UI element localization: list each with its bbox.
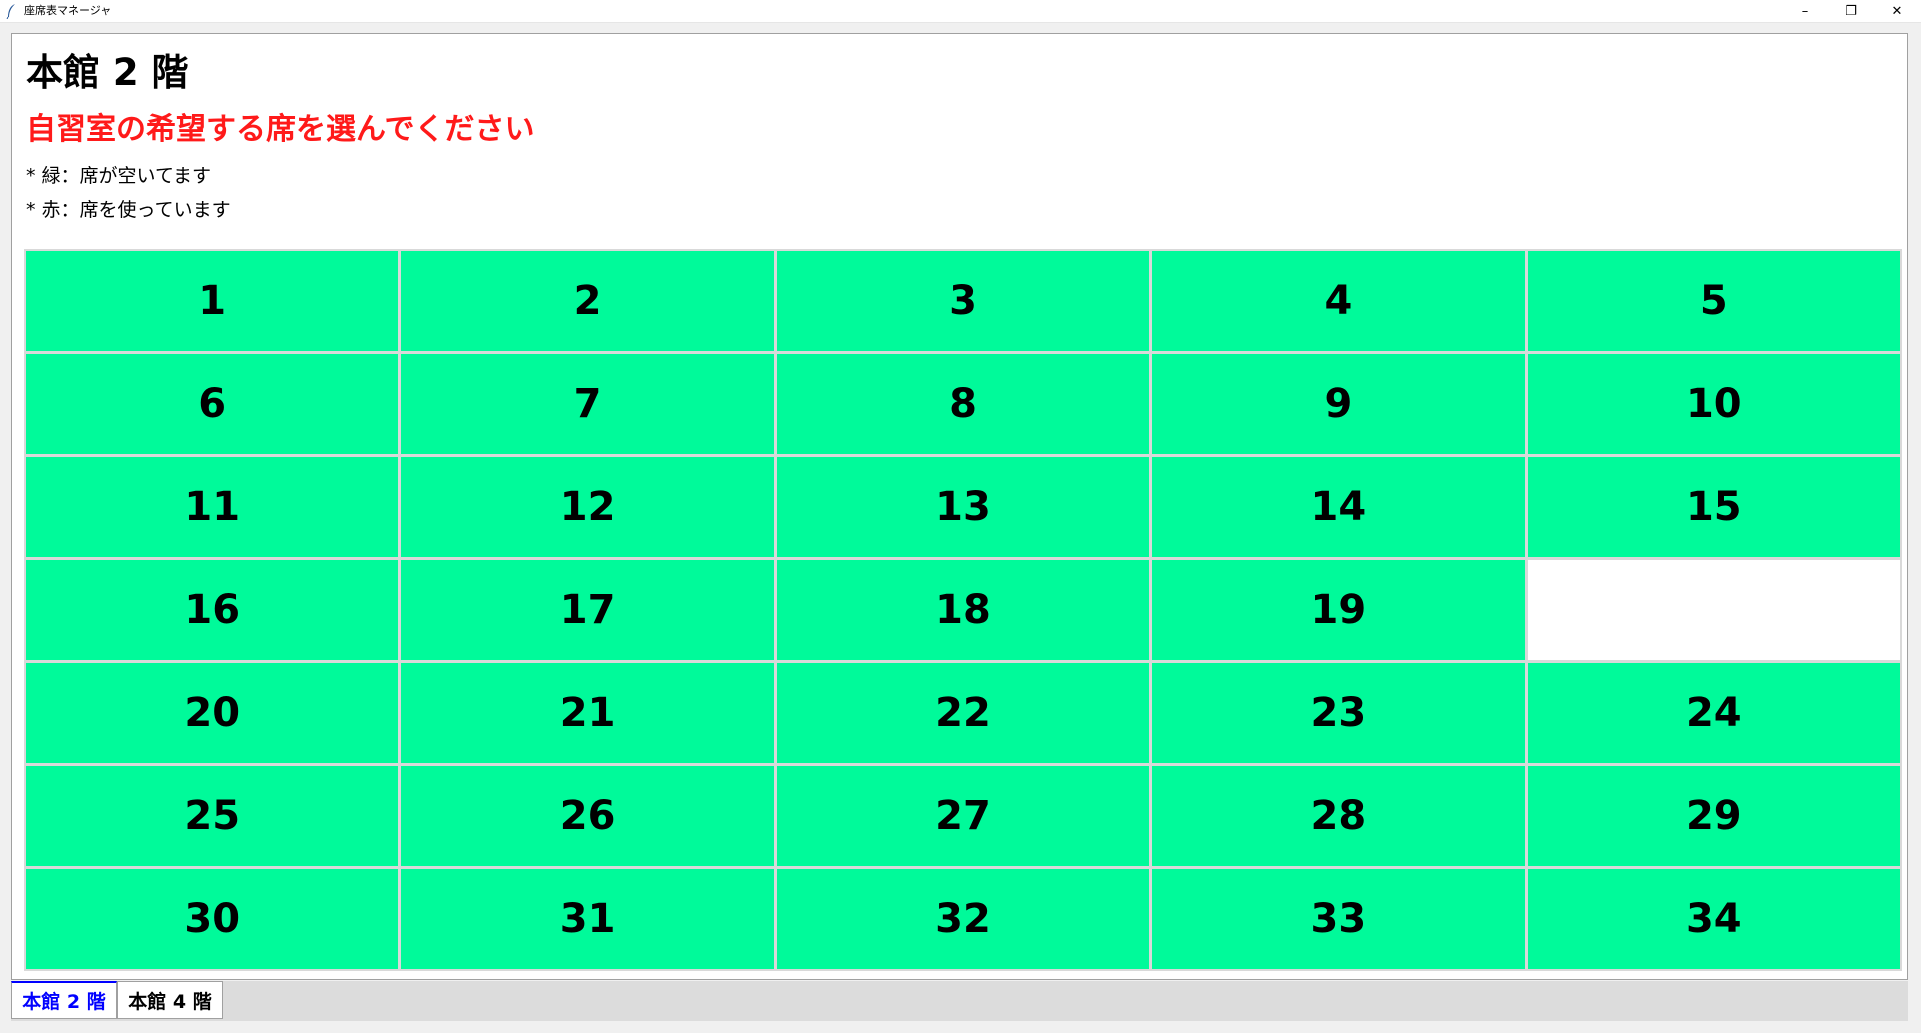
seat-button-4[interactable]: 4 — [1150, 249, 1527, 353]
seat-button-6[interactable]: 6 — [24, 352, 401, 456]
seat-button-34[interactable]: 34 — [1525, 867, 1902, 971]
seat-button-19[interactable]: 19 — [1150, 558, 1527, 662]
seat-button-30[interactable]: 30 — [24, 867, 401, 971]
seat-button-29[interactable]: 29 — [1525, 764, 1902, 868]
seat-button-7[interactable]: 7 — [399, 352, 776, 456]
window-title: 座席表マネージャ — [24, 4, 112, 17]
seat-button-16[interactable]: 16 — [24, 558, 401, 662]
seat-empty-cell — [1525, 558, 1902, 662]
seat-button-24[interactable]: 24 — [1525, 661, 1902, 765]
seat-button-12[interactable]: 12 — [399, 455, 776, 559]
seat-button-1[interactable]: 1 — [24, 249, 401, 353]
seat-button-28[interactable]: 28 — [1150, 764, 1527, 868]
seat-button-18[interactable]: 18 — [774, 558, 1152, 662]
seat-button-11[interactable]: 11 — [24, 455, 401, 559]
title-bar: 座席表マネージャ – ❐ ✕ — [0, 0, 1921, 23]
seat-button-9[interactable]: 9 — [1150, 352, 1527, 456]
seat-button-25[interactable]: 25 — [24, 764, 401, 868]
seat-button-15[interactable]: 15 — [1525, 455, 1902, 559]
seat-button-21[interactable]: 21 — [399, 661, 776, 765]
maximize-button[interactable]: ❐ — [1828, 0, 1874, 22]
seat-button-26[interactable]: 26 — [399, 764, 776, 868]
seat-button-10[interactable]: 10 — [1525, 352, 1902, 456]
seat-button-2[interactable]: 2 — [399, 249, 776, 353]
seat-button-20[interactable]: 20 — [24, 661, 401, 765]
floor-panel: 本館 2 階 自習室の希望する席を選んでください * 緑：席が空いてます * 赤… — [11, 33, 1908, 980]
instruction-text: 自習室の希望する席を選んでください — [26, 112, 535, 147]
seat-button-32[interactable]: 32 — [774, 867, 1152, 971]
close-button[interactable]: ✕ — [1874, 0, 1920, 22]
seat-grid: 1 2 3 4 5 6 7 8 9 10 11 12 13 14 15 16 17 18 19 20 21 22 23 24 2… — [24, 249, 1902, 971]
minimize-button[interactable]: – — [1782, 0, 1828, 22]
seat-button-8[interactable]: 8 — [774, 352, 1152, 456]
floor-title: 本館 2 階 — [26, 51, 189, 94]
tab-floor-4[interactable]: 本館 4 階 — [117, 981, 223, 1019]
seat-button-31[interactable]: 31 — [399, 867, 776, 971]
feather-icon — [6, 4, 15, 19]
seat-button-33[interactable]: 33 — [1150, 867, 1527, 971]
legend-vacant: * 緑：席が空いてます — [26, 165, 212, 187]
app-window: 座席表マネージャ – ❐ ✕ 本館 2 階 自習室の希望する席を選んでください … — [0, 0, 1921, 1033]
seat-button-22[interactable]: 22 — [774, 661, 1152, 765]
seat-button-14[interactable]: 14 — [1150, 455, 1527, 559]
seat-button-27[interactable]: 27 — [774, 764, 1152, 868]
seat-button-5[interactable]: 5 — [1525, 249, 1902, 353]
seat-button-3[interactable]: 3 — [774, 249, 1152, 353]
tab-floor-2[interactable]: 本館 2 階 — [11, 981, 117, 1019]
seat-button-23[interactable]: 23 — [1150, 661, 1527, 765]
floor-tab-bar: 本館 2 階 本館 4 階 — [11, 981, 1908, 1021]
seat-button-13[interactable]: 13 — [774, 455, 1152, 559]
seat-button-17[interactable]: 17 — [399, 558, 776, 662]
legend-occupied: * 赤：席を使っています — [26, 199, 231, 221]
